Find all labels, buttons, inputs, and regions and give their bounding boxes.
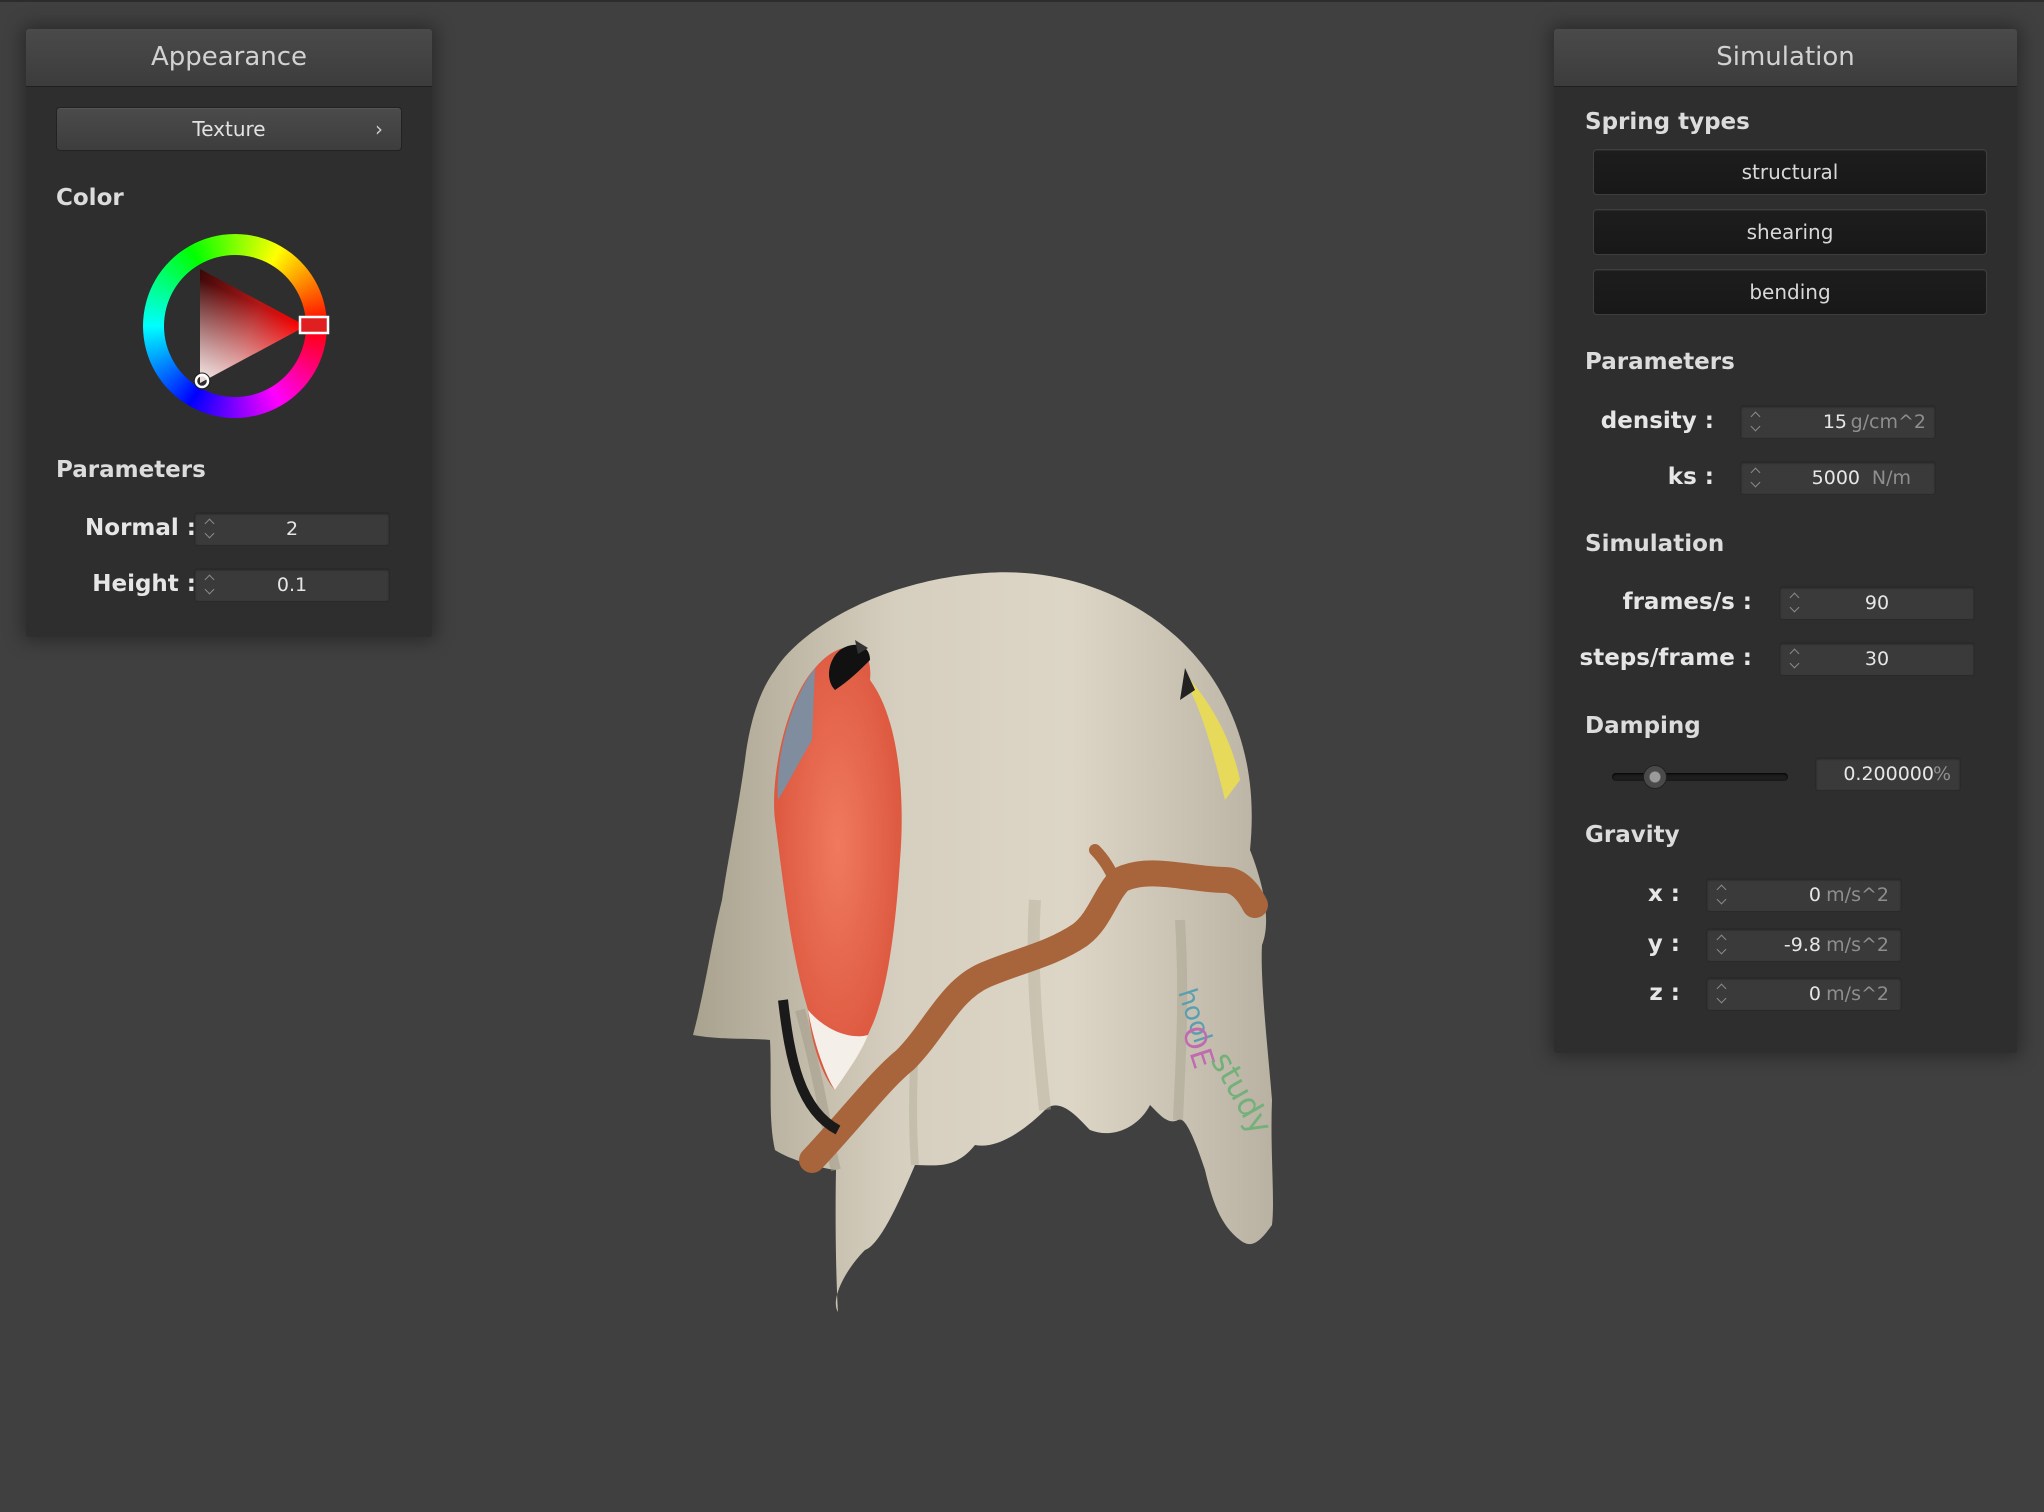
gravity-label: Gravity <box>1585 822 1680 848</box>
density-value: 15 <box>1822 411 1847 433</box>
spinner-icon[interactable] <box>1716 882 1728 908</box>
gravity-y-label: y : <box>1647 931 1680 957</box>
texture-button-label: Texture <box>192 117 266 141</box>
spinner-icon[interactable] <box>1750 465 1762 491</box>
fps-label: frames/s : <box>1622 589 1752 615</box>
gravity-z-unit: m/s^2 <box>1826 983 1889 1005</box>
spinner-icon[interactable] <box>1716 981 1728 1007</box>
simulation-panel: Simulation Spring types structural shear… <box>1554 29 2017 1053</box>
damping-value: 0.200000 <box>1843 763 1934 785</box>
height-label: Height : <box>92 571 196 597</box>
color-wheel[interactable] <box>140 231 330 421</box>
normal-value: 2 <box>285 518 299 540</box>
steps-input[interactable]: 30 <box>1779 642 1975 676</box>
bending-button[interactable]: bending <box>1593 269 1987 315</box>
ks-label: ks : <box>1667 464 1714 490</box>
steps-value: 30 <box>1864 648 1890 670</box>
damping-value-box[interactable]: 0.200000 % <box>1815 757 1961 791</box>
damping-label: Damping <box>1585 713 1701 739</box>
spinner-icon[interactable] <box>1716 932 1728 958</box>
cloth-mesh: hool OE study <box>693 572 1280 1312</box>
gravity-z-value: 0 <box>1808 983 1821 1005</box>
appearance-parameters-label: Parameters <box>56 457 206 483</box>
gravity-z-label: z : <box>1649 980 1680 1006</box>
density-unit: g/cm^2 <box>1850 411 1926 433</box>
parameters-label: Parameters <box>1585 349 1735 375</box>
damping-slider[interactable] <box>1612 761 1788 791</box>
normal-input[interactable]: 2 <box>194 512 390 546</box>
fps-value: 90 <box>1864 592 1890 614</box>
damping-slider-track <box>1612 773 1788 781</box>
normal-label: Normal : <box>85 515 196 541</box>
spinner-icon[interactable] <box>1750 409 1762 435</box>
hue-selector-marker <box>298 315 330 335</box>
ks-input[interactable]: 5000 N/m <box>1740 461 1936 495</box>
shearing-button[interactable]: shearing <box>1593 209 1987 255</box>
appearance-panel: Appearance Texture › Color Parameters No… <box>26 29 432 637</box>
simulation-title: Simulation <box>1554 29 2017 87</box>
spring-types-label: Spring types <box>1585 109 1750 135</box>
ks-value: 5000 <box>1811 467 1860 489</box>
texture-button[interactable]: Texture › <box>56 107 402 151</box>
gravity-x-label: x : <box>1647 881 1680 907</box>
height-input[interactable]: 0.1 <box>194 568 390 602</box>
height-value: 0.1 <box>276 574 308 596</box>
color-label: Color <box>56 185 124 211</box>
appearance-title: Appearance <box>26 29 432 87</box>
steps-label: steps/frame : <box>1579 645 1752 671</box>
gravity-y-value: -9.8 <box>1783 934 1821 956</box>
simulation-section-label: Simulation <box>1585 531 1725 557</box>
fps-input[interactable]: 90 <box>1779 586 1975 620</box>
ks-unit: N/m <box>1871 467 1911 489</box>
density-label: density : <box>1600 408 1714 434</box>
density-input[interactable]: 15 g/cm^2 <box>1740 405 1936 439</box>
gravity-x-value: 0 <box>1808 884 1821 906</box>
gravity-x-input[interactable]: 0 m/s^2 <box>1706 878 1902 912</box>
gravity-y-unit: m/s^2 <box>1826 934 1889 956</box>
damping-unit: % <box>1932 763 1951 785</box>
gravity-x-unit: m/s^2 <box>1826 884 1889 906</box>
damping-slider-knob[interactable] <box>1643 765 1667 789</box>
gravity-z-input[interactable]: 0 m/s^2 <box>1706 977 1902 1011</box>
chevron-right-icon: › <box>375 117 383 141</box>
structural-button[interactable]: structural <box>1593 149 1987 195</box>
gravity-y-input[interactable]: -9.8 m/s^2 <box>1706 928 1902 962</box>
